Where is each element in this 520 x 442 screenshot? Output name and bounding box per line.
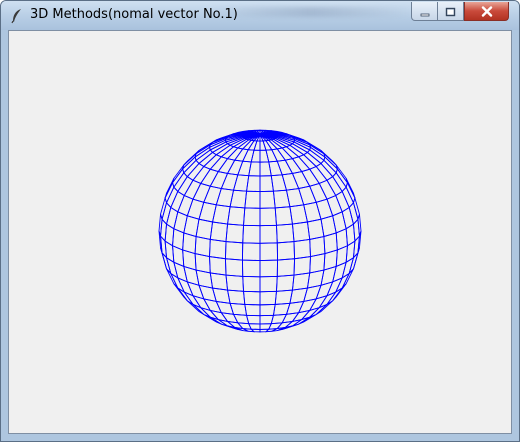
sphere-facet — [241, 139, 255, 151]
sphere-facet — [293, 238, 311, 260]
sphere-facet — [224, 241, 244, 261]
sphere-facet — [259, 314, 275, 325]
sphere-facet — [302, 151, 322, 168]
sphere-facet — [259, 190, 276, 209]
sphere-facet — [244, 190, 261, 209]
sphere-facet — [272, 189, 291, 209]
sphere-facet — [335, 164, 348, 183]
sphere-facet — [309, 235, 326, 258]
sphere-facet — [164, 178, 175, 199]
sphere-facet — [226, 159, 244, 176]
sphere-facet — [242, 275, 261, 293]
sphere-facet — [259, 149, 270, 163]
sphere-facet — [259, 323, 272, 330]
sphere-facet — [200, 168, 219, 187]
sphere-facet — [289, 143, 309, 156]
sphere-facet — [301, 168, 320, 187]
sphere-facet — [259, 275, 278, 293]
sphere-facet — [212, 204, 231, 225]
sphere-facet — [242, 259, 261, 278]
sphere-facet — [221, 323, 238, 330]
sphere-facet — [194, 235, 211, 258]
title-bar[interactable]: 3D Methods(nomal vector No.1) — [1, 1, 519, 30]
sphere-facet — [274, 206, 293, 226]
sphere-facet — [259, 161, 272, 177]
sphere-facet — [259, 140, 267, 151]
sphere-facet — [243, 290, 261, 306]
canvas-area[interactable] — [8, 30, 512, 434]
sphere-facet — [209, 256, 227, 276]
close-button[interactable] — [464, 2, 509, 21]
sphere-facet — [291, 221, 311, 243]
sphere-facet — [276, 241, 296, 261]
sphere-facet — [229, 302, 248, 316]
sphere-facet — [303, 201, 322, 223]
sphere-facet — [276, 274, 295, 292]
sphere-facet — [291, 272, 311, 291]
close-icon — [481, 2, 493, 21]
sphere-facet — [198, 151, 218, 168]
sphere-facet — [209, 238, 227, 260]
sphere-facet — [253, 140, 261, 151]
sphere-facet — [225, 223, 244, 244]
sphere-facet — [345, 178, 356, 199]
maximize-icon — [445, 2, 456, 21]
sphere-facet — [284, 158, 303, 174]
sphere-facet — [265, 139, 279, 151]
sphere-facet — [276, 258, 296, 277]
sphere-facet — [259, 242, 278, 261]
sphere-facet — [259, 224, 278, 244]
sphere-facet — [259, 207, 277, 227]
sphere-facet — [224, 258, 244, 277]
sphere-facet — [225, 274, 244, 292]
feather-icon[interactable] — [10, 8, 24, 24]
sphere-facet — [259, 259, 278, 278]
sphere-facet — [242, 224, 261, 244]
sphere-facet — [220, 146, 239, 160]
window-title: 3D Methods(nomal vector No.1) — [30, 7, 238, 22]
sphere-facet — [289, 204, 308, 225]
sphere-wireframe — [158, 129, 362, 333]
title-bar-glass — [211, 7, 411, 17]
minimize-icon — [420, 2, 430, 21]
sphere-facet — [209, 221, 229, 243]
sphere-facet — [320, 265, 337, 286]
sphere-facet — [293, 256, 311, 276]
sphere-facet — [306, 218, 325, 240]
maximize-button[interactable] — [438, 2, 464, 21]
sphere-facet — [253, 129, 261, 132]
sphere-facet — [242, 242, 261, 261]
sphere-facet — [259, 175, 274, 193]
sphere-facet — [272, 302, 291, 316]
sphere-facet — [211, 143, 231, 156]
sphere-facet — [259, 304, 276, 317]
sphere-facet — [259, 290, 277, 306]
sphere-grid — [158, 129, 362, 333]
sphere-facet — [271, 148, 287, 162]
minimize-button[interactable] — [411, 2, 438, 21]
sphere-facet — [291, 156, 311, 173]
sphere-facet — [183, 150, 200, 166]
sphere-facet — [281, 172, 300, 191]
sphere-facet — [217, 158, 236, 174]
sphere-facet — [276, 223, 295, 244]
sphere-facet — [244, 304, 261, 317]
sphere-facet — [209, 171, 229, 190]
sphere-facet — [242, 149, 255, 163]
app-window: 3D Methods(nomal vector No.1) — [0, 0, 520, 442]
sphere-facet — [227, 206, 246, 226]
sphere-facet — [172, 164, 185, 183]
sphere-facet — [274, 289, 294, 305]
sphere-facet — [243, 207, 261, 227]
sphere-facet — [198, 201, 217, 223]
